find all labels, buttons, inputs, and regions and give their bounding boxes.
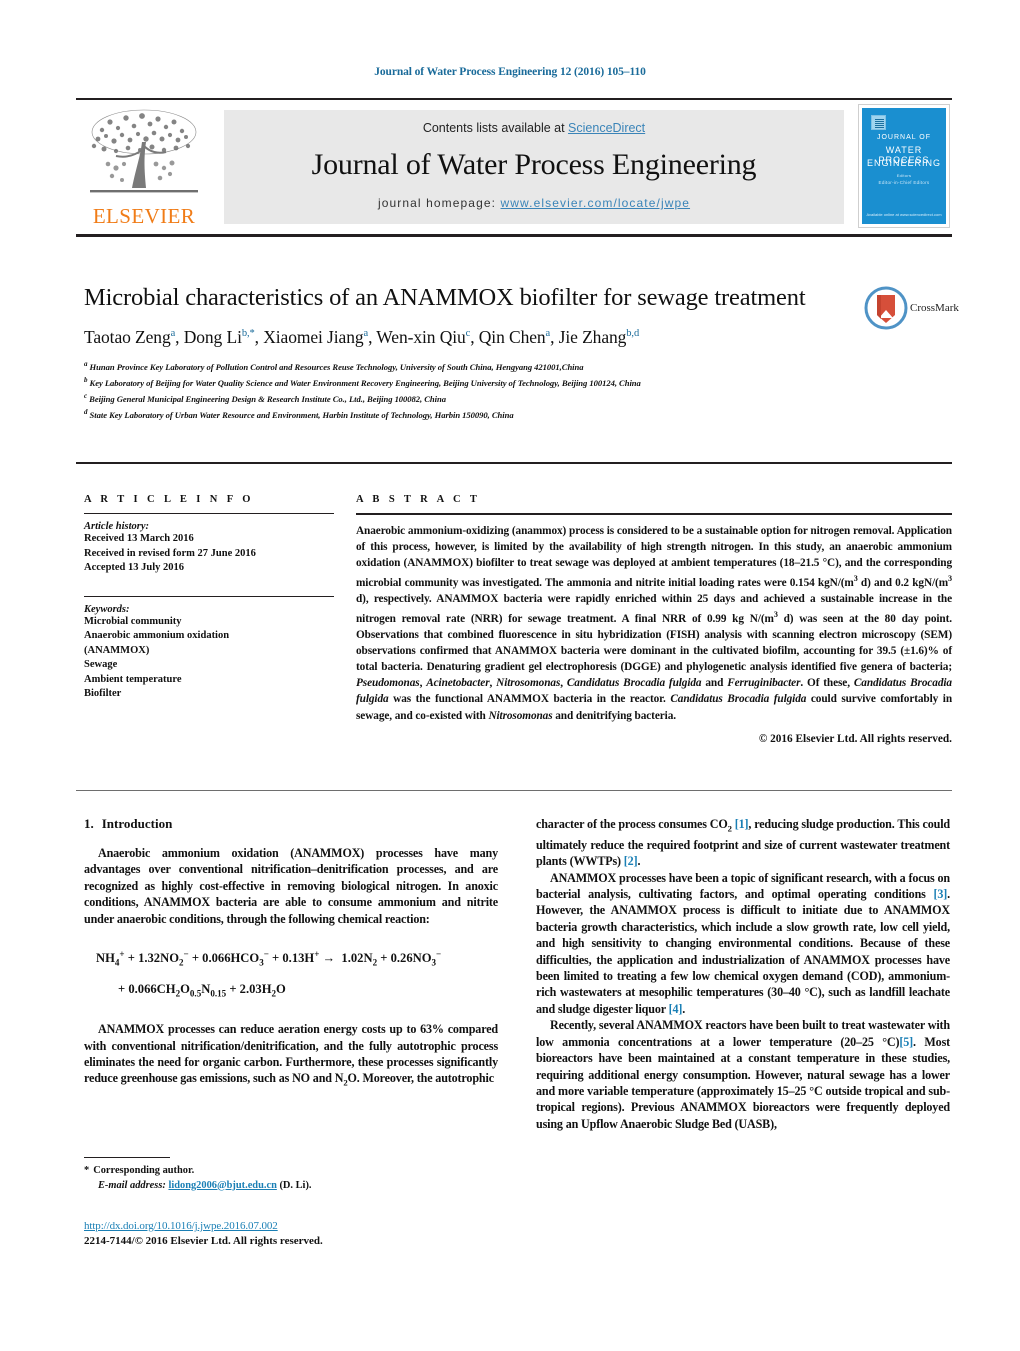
affiliation: c Beijing General Municipal Engineering …	[84, 391, 446, 404]
crossmark-badge[interactable]: CrossMark	[864, 286, 960, 334]
journal-emblem-icon	[871, 115, 886, 130]
article-history-label: Article history:	[84, 521, 150, 532]
cover-line-3: ENGINEERING	[866, 158, 941, 168]
elsevier-logo: ELSEVIER	[78, 106, 210, 230]
article-info-column: A R T I C L E I N F O Article history: R…	[84, 494, 334, 702]
keyword: Sewage	[84, 659, 118, 670]
keywords-list: Microbial community Anaerobic ammonium ox…	[84, 615, 334, 702]
section-divider-rule	[76, 462, 952, 464]
keyword: Ambient temperature	[84, 673, 182, 685]
paragraph: Recently, several ANAMMOX reactors have …	[536, 1018, 951, 1131]
affiliation-marker: d	[84, 407, 88, 416]
corresponding-label: Corresponding author.	[93, 1165, 195, 1176]
title-block: Microbial characteristics of an ANAMMOX …	[84, 282, 844, 421]
section-heading-introduction: 1. Introduction	[84, 816, 498, 832]
email-owner: (D. Li).	[279, 1179, 312, 1191]
keyword: Biofilter	[84, 688, 122, 699]
equation-line-1: NH4+ + 1.32NO2− + 0.066HCO3− + 0.13H+ → …	[96, 949, 442, 968]
paragraph: character of the process consumes CO2 [1…	[536, 817, 951, 869]
affiliation: a Hunan Province Key Laboratory of Pollu…	[84, 360, 584, 372]
section-title: Introduction	[101, 816, 173, 831]
keyword: Microbial community	[84, 615, 182, 627]
elsevier-wordmark: ELSEVIER	[92, 204, 196, 228]
journal-masthead: ELSEVIER Contents lists available at Sci…	[76, 98, 952, 237]
paragraph: ANAMMOX processes can reduce aeration en…	[84, 1022, 498, 1088]
contents-prefix: Contents lists available at	[422, 121, 569, 135]
article-info-heading: A R T I C L E I N F O	[84, 494, 254, 505]
elsevier-tree-icon	[90, 109, 198, 193]
sciencedirect-link[interactable]: ScienceDirect	[568, 121, 645, 135]
cover-editors-label: Editors	[896, 173, 912, 178]
doi-block: http://dx.doi.org/10.1016/j.jwpe.2016.07…	[84, 1216, 514, 1247]
affiliation-marker: b	[84, 375, 88, 384]
footnote-block: * Corresponding author. E-mail address: l…	[84, 1164, 504, 1193]
corresponding-marker: *	[84, 1165, 90, 1176]
affiliation-marker: c	[84, 391, 88, 400]
affiliation: b Key Laboratory of Beijing for Water Qu…	[84, 375, 641, 388]
body-column-right: character of the process consumes CO2 [1…	[536, 816, 950, 1132]
issn-copyright-line: 2214-7144/© 2016 Elsevier Ltd. All right…	[84, 1235, 323, 1247]
running-head: Journal of Water Process Engineering 12 …	[374, 66, 646, 78]
abstract-body: Anaerobic ammonium-oxidizing (anammox) p…	[356, 525, 952, 722]
affiliation: d State Key Laboratory of Urban Water Re…	[84, 407, 514, 420]
paper-page: Journal of Water Process Engineering 12 …	[0, 0, 1020, 1351]
masthead-bottom-rule	[76, 234, 952, 237]
body-column-left: 1. Introduction Anaerobic ammonium oxidat…	[84, 816, 498, 1091]
email-label: E-mail address:	[98, 1179, 166, 1191]
history-line: Accepted 13 July 2016	[84, 562, 185, 573]
keyword: (ANAMMOX)	[84, 644, 150, 656]
masthead-center-band: Contents lists available at ScienceDirec…	[224, 110, 844, 224]
affiliation-marker: a	[84, 360, 88, 368]
homepage-prefix: journal homepage:	[377, 196, 501, 210]
footnote-rule	[84, 1157, 170, 1158]
affiliation-list: a Hunan Province Key Laboratory of Pollu…	[84, 358, 844, 421]
journal-homepage-line: journal homepage: www.elsevier.com/locat…	[224, 196, 844, 210]
keyword: Anaerobic ammonium oxidation	[84, 630, 230, 641]
email-link[interactable]: lidong2006@bjut.edu.cn	[168, 1180, 276, 1191]
abstract-copyright: © 2016 Elsevier Ltd. All rights reserved…	[758, 732, 952, 745]
abstract-rule	[356, 513, 952, 515]
paragraph: Anaerobic ammonium oxidation (ANAMMOX) p…	[84, 846, 498, 926]
contents-available-line: Contents lists available at ScienceDirec…	[224, 121, 844, 135]
crossmark-icon	[864, 286, 908, 330]
article-info-rule	[84, 513, 334, 514]
section-number: 1.	[84, 816, 94, 831]
journal-title: Journal of Water Process Engineering	[311, 148, 757, 181]
email-line: E-mail address: lidong2006@bjut.edu.cn (…	[84, 1179, 504, 1194]
history-line: Received in revised form 27 June 2016	[84, 547, 256, 559]
paragraph: ANAMMOX processes have been a topic of s…	[536, 870, 950, 1016]
abstract-column: A B S T R A C T Anaerobic ammonium-oxidi…	[356, 494, 952, 745]
keywords-label: Keywords:	[84, 603, 130, 615]
author-list: Taotao Zenga, Dong Lib,*, Xiaomei Jianga…	[84, 327, 640, 347]
cover-editors: Editor-in-Chief Editors	[878, 180, 930, 185]
equation-line-2: + 0.066CH2O0.5N0.15 + 2.03H2O	[118, 981, 286, 999]
journal-cover-thumbnail: JOURNAL OF WATER PROCESS ENGINEERING Edi…	[858, 104, 950, 228]
body-top-rule	[76, 790, 952, 791]
doi-link[interactable]: http://dx.doi.org/10.1016/j.jwpe.2016.07…	[84, 1220, 278, 1232]
history-line: Received 13 March 2016	[84, 533, 194, 544]
keywords-block: Keywords: Microbial community Anaerobic a…	[84, 595, 334, 702]
keywords-rule	[84, 595, 334, 597]
cover-footer: Available online at www.sciencedirect.co…	[866, 212, 942, 217]
crossmark-label: CrossMark	[910, 302, 959, 314]
article-title: Microbial characteristics of an ANAMMOX …	[84, 284, 806, 311]
journal-homepage-link[interactable]: www.elsevier.com/locate/jwpe	[501, 196, 691, 210]
abstract-heading: A B S T R A C T	[356, 494, 481, 505]
cover-line-1: JOURNAL OF	[876, 134, 932, 141]
article-history-list: Received 13 March 2016 Received in revise…	[84, 532, 334, 576]
corresponding-author-line: * Corresponding author.	[84, 1164, 504, 1179]
masthead-top-rule	[76, 98, 952, 100]
